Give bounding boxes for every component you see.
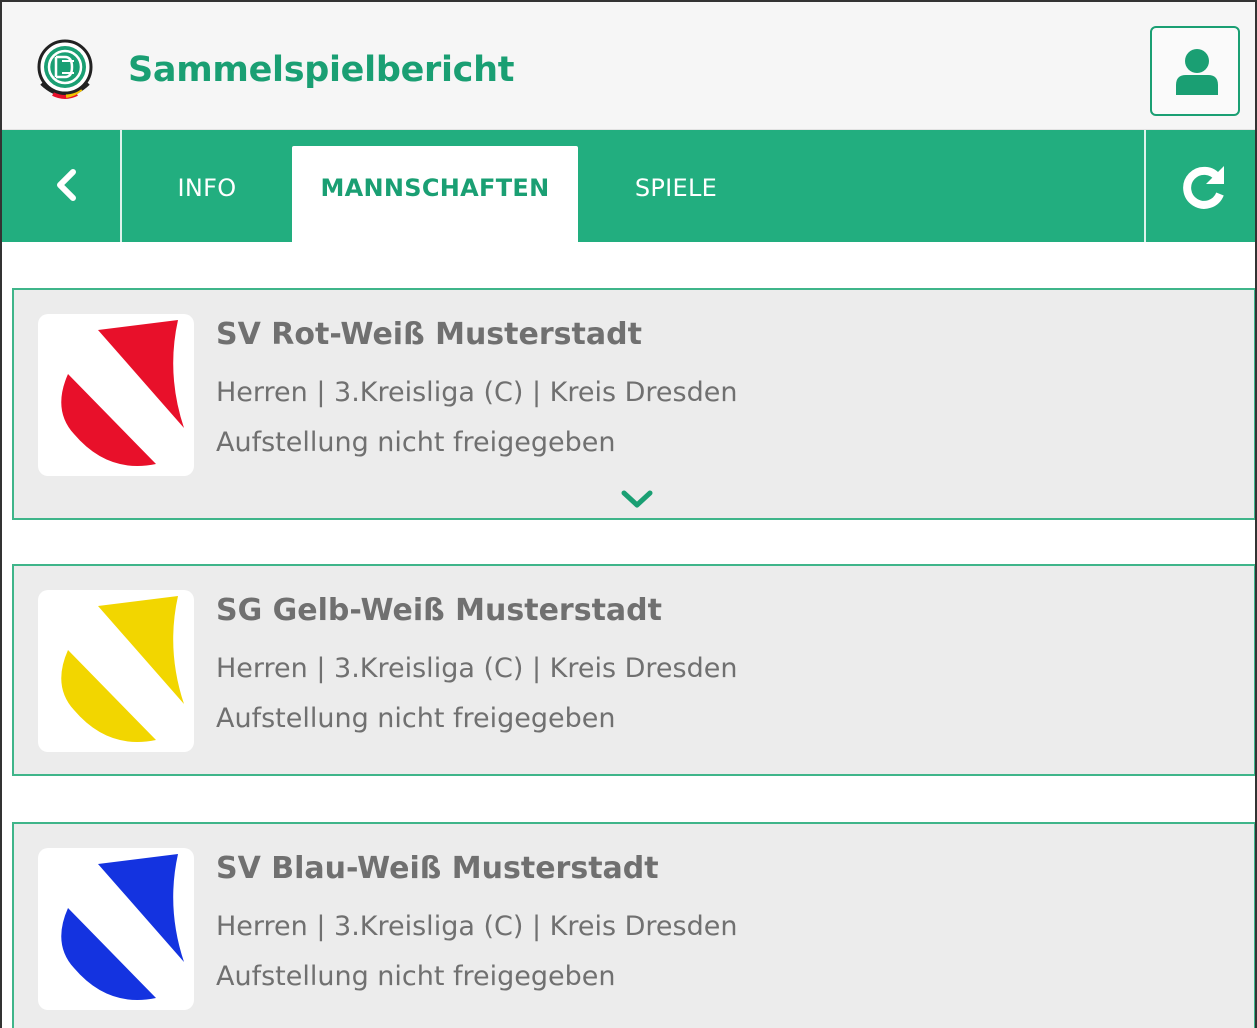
team-card[interactable]: SG Gelb-Weiß Musterstadt Herren | 3.Krei… [12, 564, 1255, 776]
profile-button[interactable] [1150, 26, 1240, 116]
team-crest-icon [38, 848, 194, 1010]
refresh-button[interactable] [1144, 130, 1255, 242]
team-name: SG Gelb-Weiß Musterstadt [216, 593, 662, 628]
dfb-logo-icon [36, 39, 94, 103]
team-card[interactable]: SV Blau-Weiß Musterstadt Herren | 3.Krei… [12, 822, 1255, 1028]
chevron-down-icon[interactable] [620, 488, 654, 514]
team-lineup-status: Aufstellung nicht freigegeben [216, 961, 616, 992]
team-lineup-status: Aufstellung nicht freigegeben [216, 703, 616, 734]
team-crest-icon [38, 590, 194, 752]
crest-upper-shape [98, 854, 184, 962]
team-league: Herren | 3.Kreisliga (C) | Kreis Dresden [216, 653, 738, 684]
crest-upper-shape [98, 320, 184, 428]
refresh-icon [1183, 166, 1224, 209]
app-title: Sammelspielbericht [128, 50, 515, 90]
app-header: Sammelspielbericht [2, 2, 1255, 130]
back-button[interactable] [2, 130, 122, 242]
tab-spiele[interactable]: SPIELE [578, 146, 774, 242]
team-name: SV Rot-Weiß Musterstadt [216, 317, 642, 352]
crest-lower-shape [61, 374, 157, 466]
team-name: SV Blau-Weiß Musterstadt [216, 851, 659, 886]
crest-lower-shape [61, 650, 157, 742]
team-crest-icon [38, 314, 194, 476]
app-frame: Sammelspielbericht INFO MANNSCHAFTEN SPI… [0, 0, 1257, 1028]
chevron-left-icon [57, 169, 76, 201]
crest-upper-shape [98, 596, 184, 704]
team-league: Herren | 3.Kreisliga (C) | Kreis Dresden [216, 911, 738, 942]
tab-mannschaften[interactable]: MANNSCHAFTEN [292, 146, 578, 242]
team-lineup-status: Aufstellung nicht freigegeben [216, 427, 616, 458]
team-league: Herren | 3.Kreisliga (C) | Kreis Dresden [216, 377, 738, 408]
tab-info[interactable]: INFO [122, 146, 292, 242]
crest-lower-shape [61, 908, 157, 1000]
tab-navigation-bar: INFO MANNSCHAFTEN SPIELE [2, 130, 1255, 242]
user-icon [1176, 49, 1218, 95]
team-card[interactable]: SV Rot-Weiß Musterstadt Herren | 3.Kreis… [12, 288, 1255, 520]
